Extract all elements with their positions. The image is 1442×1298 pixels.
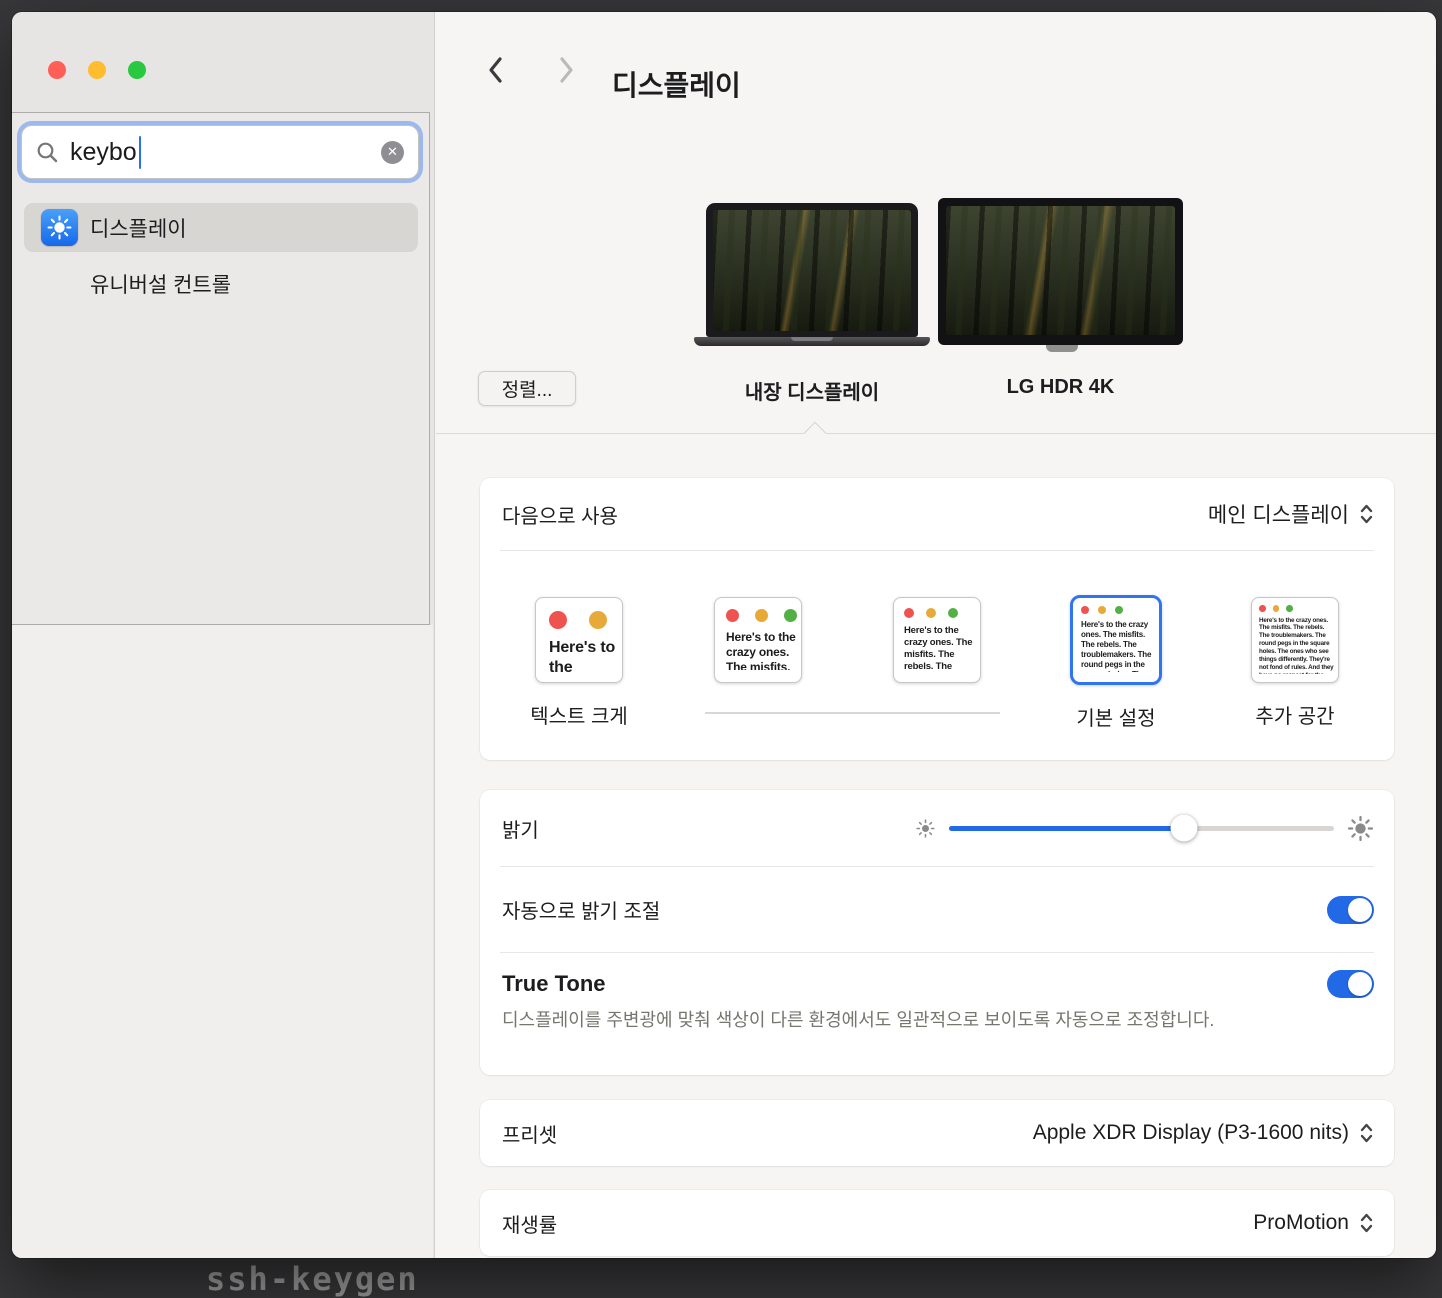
mini-window-traffic-lights (1073, 598, 1159, 614)
scaling-tick-line (705, 712, 1000, 714)
search-result-displays[interactable]: 디스플레이 (24, 203, 418, 252)
brightness-dim-icon (915, 818, 936, 839)
monitor-stand (1046, 345, 1078, 352)
wallpaper-preview (713, 210, 911, 331)
popup-chevrons-icon (1359, 502, 1374, 526)
true-tone-description: 디스플레이를 주변광에 맞춰 색상이 다른 환경에서도 일관적으로 보이도록 자… (502, 1007, 1242, 1035)
preset-label: 프리셋 (502, 1119, 557, 1148)
scaling-option-label: 텍스트 크게 (530, 700, 628, 724)
auto-brightness-label: 자동으로 밝기 조절 (502, 895, 660, 924)
brightness-bright-icon (1347, 815, 1374, 842)
toggle-knob (1348, 898, 1372, 922)
macbook-base (694, 337, 930, 346)
refresh-rate-panel: 재생률 ProMotion (480, 1190, 1394, 1256)
minimize-button[interactable] (88, 61, 106, 79)
mini-window-traffic-lights (894, 598, 980, 618)
brightness-slider[interactable] (949, 814, 1334, 842)
main-content: 디스플레이 내장 디스플레이 LG HDR 4K 정렬... 다음으로 사용 메… (436, 12, 1436, 1258)
window-controls (48, 61, 146, 79)
toggle-knob (1348, 972, 1372, 996)
search-results-panel: keybo ✕ 디스플레이 (12, 112, 430, 625)
use-as-label: 다음으로 사용 (502, 500, 618, 529)
builtin-display-thumbnail[interactable] (706, 203, 918, 337)
brightness-fill (949, 826, 1184, 831)
preset-value: Apple XDR Display (P3-1600 nits) (1033, 1121, 1349, 1145)
clear-search-icon[interactable]: ✕ (381, 141, 404, 164)
mini-window-traffic-lights (1252, 598, 1338, 612)
forward-button[interactable] (557, 55, 577, 85)
mini-window-text: Here's to the crazy ones. The misfits. T… (536, 629, 622, 673)
search-input-value: keybo (70, 138, 137, 167)
sidebar: keybo ✕ 디스플레이 (12, 12, 435, 1258)
scaling-option-larger-text[interactable]: Here's to the crazy ones. The misfits. T… (504, 597, 654, 759)
refresh-rate-label: 재생률 (502, 1209, 557, 1238)
refresh-rate-value: ProMotion (1253, 1211, 1349, 1235)
scaling-option-label: 추가 공간 (1255, 700, 1334, 724)
scaling-option-more-space[interactable]: Here's to the crazy ones. The misfits. T… (1220, 597, 1370, 759)
zoom-button[interactable] (128, 61, 146, 79)
preset-panel: 프리셋 Apple XDR Display (P3-1600 nits) (480, 1100, 1394, 1166)
true-tone-toggle[interactable] (1327, 970, 1374, 998)
mini-window-text: Here's to the crazy ones. The misfits. T… (715, 622, 801, 670)
system-settings-window: keybo ✕ 디스플레이 (12, 12, 1436, 1258)
selected-display-caret (804, 422, 827, 445)
brightness-label: 밝기 (502, 814, 539, 843)
preset-popup[interactable]: Apple XDR Display (P3-1600 nits) (1033, 1121, 1374, 1145)
sidebar-lower-area (12, 625, 433, 1258)
arrange-button[interactable]: 정렬... (478, 371, 576, 406)
use-as-value: 메인 디스플레이 (1208, 499, 1349, 529)
scaling-preview: Here's to the crazy ones. The misfits. T… (893, 597, 981, 683)
display-brightness-icon (41, 209, 78, 246)
brightness-panel: 밝기 (480, 790, 1394, 1075)
auto-brightness-toggle[interactable] (1327, 896, 1374, 924)
brightness-knob[interactable] (1170, 815, 1197, 842)
popup-chevrons-icon (1359, 1121, 1374, 1145)
search-icon (36, 141, 59, 164)
page-title: 디스플레이 (612, 64, 741, 104)
scaling-option-label: 기본 설정 (1076, 702, 1155, 726)
builtin-display-name: 내장 디스플레이 (696, 376, 928, 405)
wallpaper-preview (946, 206, 1175, 335)
scaling-option-2[interactable]: Here's to the crazy ones. The misfits. T… (683, 597, 833, 759)
scaling-option-default[interactable]: Here's to the crazy ones. The misfits. T… (1041, 597, 1191, 759)
background-terminal-text: ssh-keygen (206, 1260, 419, 1298)
mini-window-text: Here's to the crazy ones. The misfits. T… (1073, 614, 1159, 672)
true-tone-label: True Tone (502, 971, 606, 997)
scaling-options: Here's to the crazy ones. The misfits. T… (480, 551, 1394, 759)
display-mode-panel: 다음으로 사용 메인 디스플레이 Here's to the crazy one… (480, 478, 1394, 760)
scaling-preview: Here's to the crazy ones. The misfits. T… (1070, 595, 1162, 685)
section-divider (436, 433, 1436, 434)
search-result-label: 디스플레이 (90, 213, 187, 243)
refresh-rate-popup[interactable]: ProMotion (1253, 1211, 1374, 1235)
scaling-preview: Here's to the crazy ones. The misfits. T… (535, 597, 623, 683)
text-caret (139, 136, 142, 169)
search-input[interactable]: keybo ✕ (21, 125, 419, 179)
search-result-label: 유니버설 컨트롤 (90, 269, 231, 299)
popup-chevrons-icon (1359, 1211, 1374, 1235)
mini-window-text: Here's to the crazy ones. The misfits. T… (1252, 612, 1338, 674)
mini-window-text: Here's to the crazy ones. The misfits. T… (894, 618, 980, 670)
external-display-thumbnail[interactable] (938, 198, 1183, 345)
scaling-option-3[interactable]: Here's to the crazy ones. The misfits. T… (862, 597, 1012, 759)
scaling-preview: Here's to the crazy ones. The misfits. T… (1251, 597, 1339, 683)
use-as-popup[interactable]: 메인 디스플레이 (1208, 499, 1374, 529)
mini-window-traffic-lights (536, 598, 622, 629)
external-display-name: LG HDR 4K (938, 376, 1183, 399)
close-button[interactable] (48, 61, 66, 79)
mini-window-traffic-lights (715, 598, 801, 622)
scaling-preview: Here's to the crazy ones. The misfits. T… (714, 597, 802, 683)
search-result-universal-control[interactable]: 유니버설 컨트롤 (24, 259, 418, 308)
back-button[interactable] (485, 55, 505, 85)
